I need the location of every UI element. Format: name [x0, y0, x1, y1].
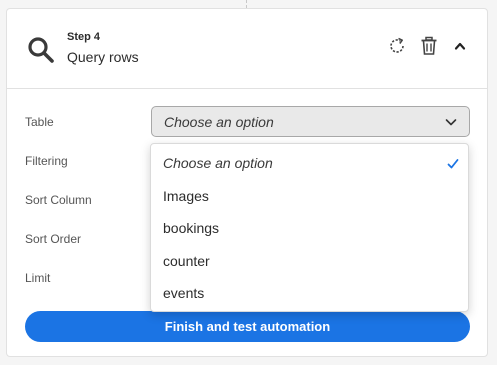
- table-select[interactable]: Choose an option: [151, 106, 470, 137]
- dropdown-option[interactable]: bookings: [163, 220, 219, 236]
- dropdown-option[interactable]: counter: [163, 253, 210, 269]
- refresh-icon: [390, 37, 404, 53]
- step-header: Step 4 Query rows: [7, 9, 487, 89]
- refresh-button[interactable]: [387, 36, 407, 56]
- step-number: Step 4: [67, 31, 101, 43]
- table-label: Table: [25, 115, 54, 129]
- collapse-button[interactable]: [451, 37, 469, 55]
- filtering-label: Filtering: [25, 154, 68, 168]
- connector-line: [246, 0, 247, 8]
- finish-and-test-button[interactable]: Finish and test automation: [25, 311, 470, 342]
- step-title: Query rows: [67, 49, 139, 65]
- limit-label: Limit: [25, 271, 51, 285]
- table-select-value: Choose an option: [164, 114, 274, 130]
- check-icon: [447, 159, 459, 169]
- dropdown-option[interactable]: events: [163, 285, 204, 301]
- dropdown-option[interactable]: Images: [163, 188, 209, 204]
- delete-button[interactable]: [419, 36, 439, 56]
- trash-icon: [421, 36, 437, 55]
- search-icon: [28, 37, 54, 63]
- dropdown-option[interactable]: Choose an option: [163, 155, 273, 171]
- sort-column-label: Sort Column: [25, 193, 92, 207]
- sort-order-label: Sort Order: [25, 232, 82, 246]
- chevron-up-icon: [454, 42, 466, 50]
- table-dropdown-menu: Choose an option Images bookings counter…: [150, 143, 469, 312]
- chevron-down-icon: [445, 119, 457, 126]
